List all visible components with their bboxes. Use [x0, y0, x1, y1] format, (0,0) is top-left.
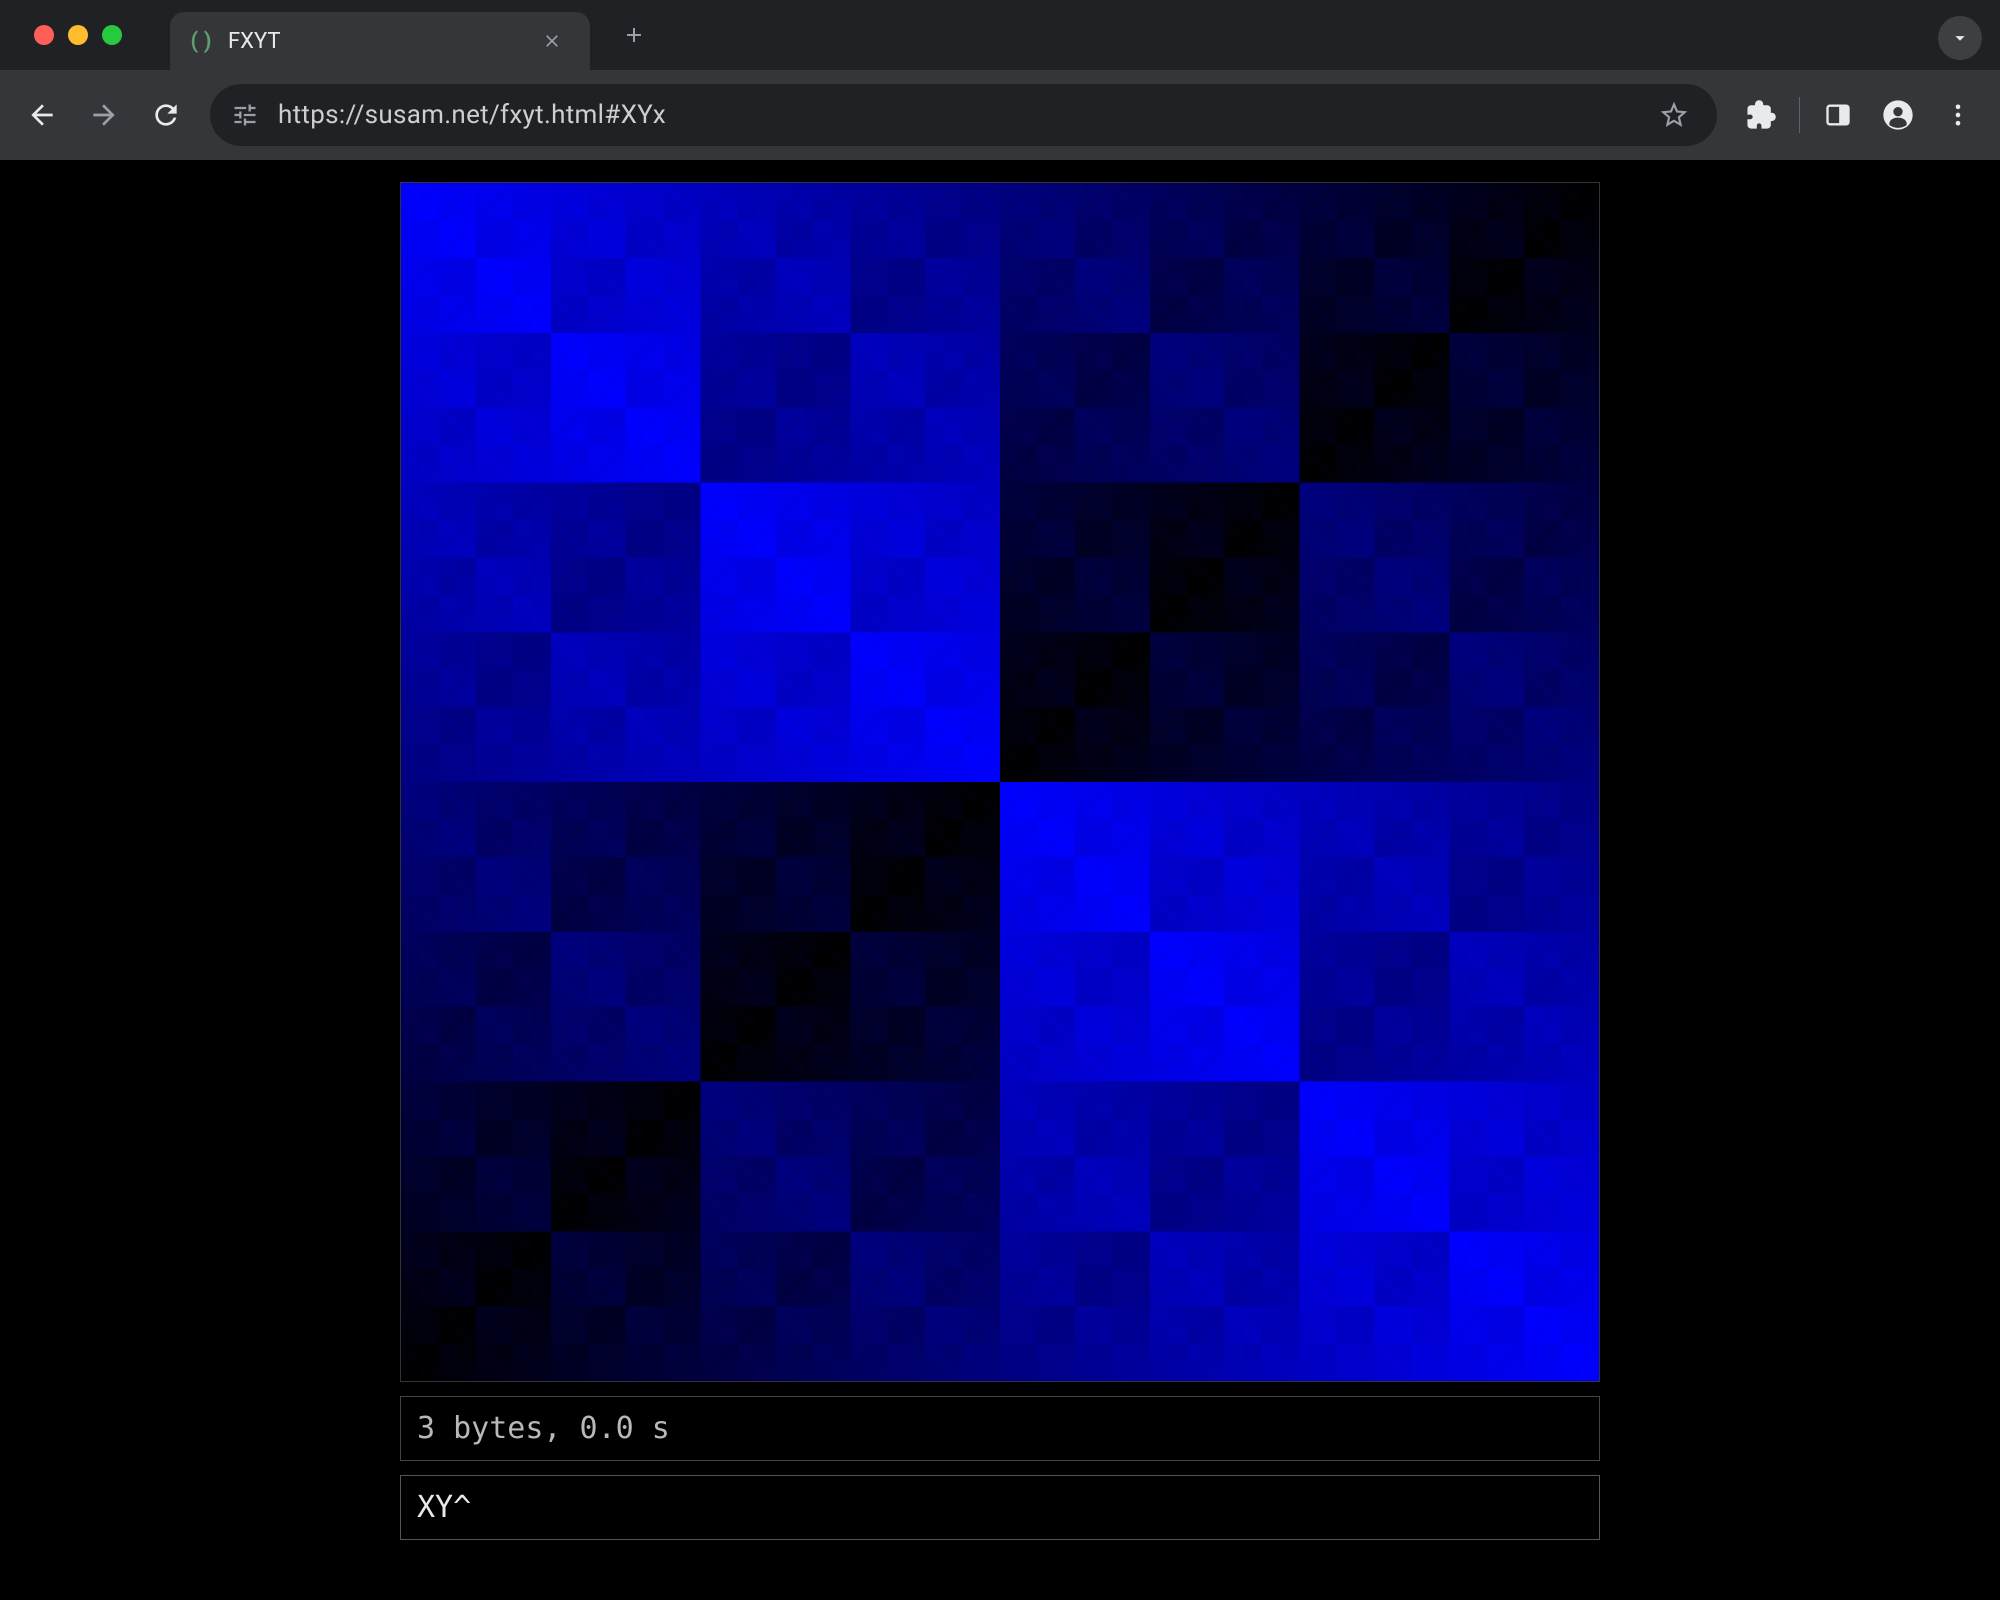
- url-text: https://susam.net/fxyt.html#XYx: [278, 100, 1655, 130]
- toolbar-right: [1733, 87, 1986, 143]
- canvas-container: [400, 182, 1600, 1382]
- code-input-container: [400, 1475, 1600, 1540]
- window-minimize-button[interactable]: [68, 25, 88, 45]
- kebab-menu-icon: [1944, 101, 1972, 129]
- code-input[interactable]: [401, 1476, 1599, 1539]
- new-tab-button[interactable]: [614, 15, 654, 55]
- star-icon: [1658, 99, 1690, 131]
- extensions-button[interactable]: [1733, 87, 1789, 143]
- plus-icon: [622, 23, 646, 47]
- browser-tab[interactable]: ( ) FXYT: [170, 12, 590, 70]
- profile-icon: [1882, 99, 1914, 131]
- status-bar: 3 bytes, 0.0 s: [400, 1396, 1600, 1461]
- chevron-down-icon: [1949, 27, 1971, 49]
- site-settings-button[interactable]: [226, 96, 264, 134]
- extensions-icon: [1746, 100, 1776, 130]
- tune-icon: [231, 101, 259, 129]
- fxyt-canvas[interactable]: [401, 183, 1599, 1381]
- close-icon: [542, 31, 562, 51]
- window-close-button[interactable]: [34, 25, 54, 45]
- browser-chrome: ( ) FXYT https:/: [0, 0, 2000, 160]
- window-maximize-button[interactable]: [102, 25, 122, 45]
- arrow-right-icon: [88, 99, 120, 131]
- side-panel-icon: [1824, 101, 1852, 129]
- address-bar[interactable]: https://susam.net/fxyt.html#XYx: [210, 84, 1717, 146]
- browser-toolbar: https://susam.net/fxyt.html#XYx: [0, 70, 2000, 160]
- back-button[interactable]: [14, 87, 70, 143]
- reload-icon: [150, 99, 182, 131]
- bookmark-button[interactable]: [1655, 96, 1693, 134]
- reload-button[interactable]: [138, 87, 194, 143]
- menu-button[interactable]: [1930, 87, 1986, 143]
- side-panel-button[interactable]: [1810, 87, 1866, 143]
- tab-search-button[interactable]: [1938, 16, 1982, 60]
- profile-button[interactable]: [1870, 87, 1926, 143]
- forward-button[interactable]: [76, 87, 132, 143]
- tab-close-button[interactable]: [538, 27, 566, 55]
- arrow-left-icon: [26, 99, 58, 131]
- tab-bar: ( ) FXYT: [0, 0, 2000, 70]
- window-controls: [34, 25, 122, 45]
- tab-title: FXYT: [228, 29, 538, 54]
- page-content: 3 bytes, 0.0 s: [0, 160, 2000, 1600]
- tab-favicon: ( ): [188, 28, 214, 54]
- toolbar-separator: [1799, 97, 1800, 133]
